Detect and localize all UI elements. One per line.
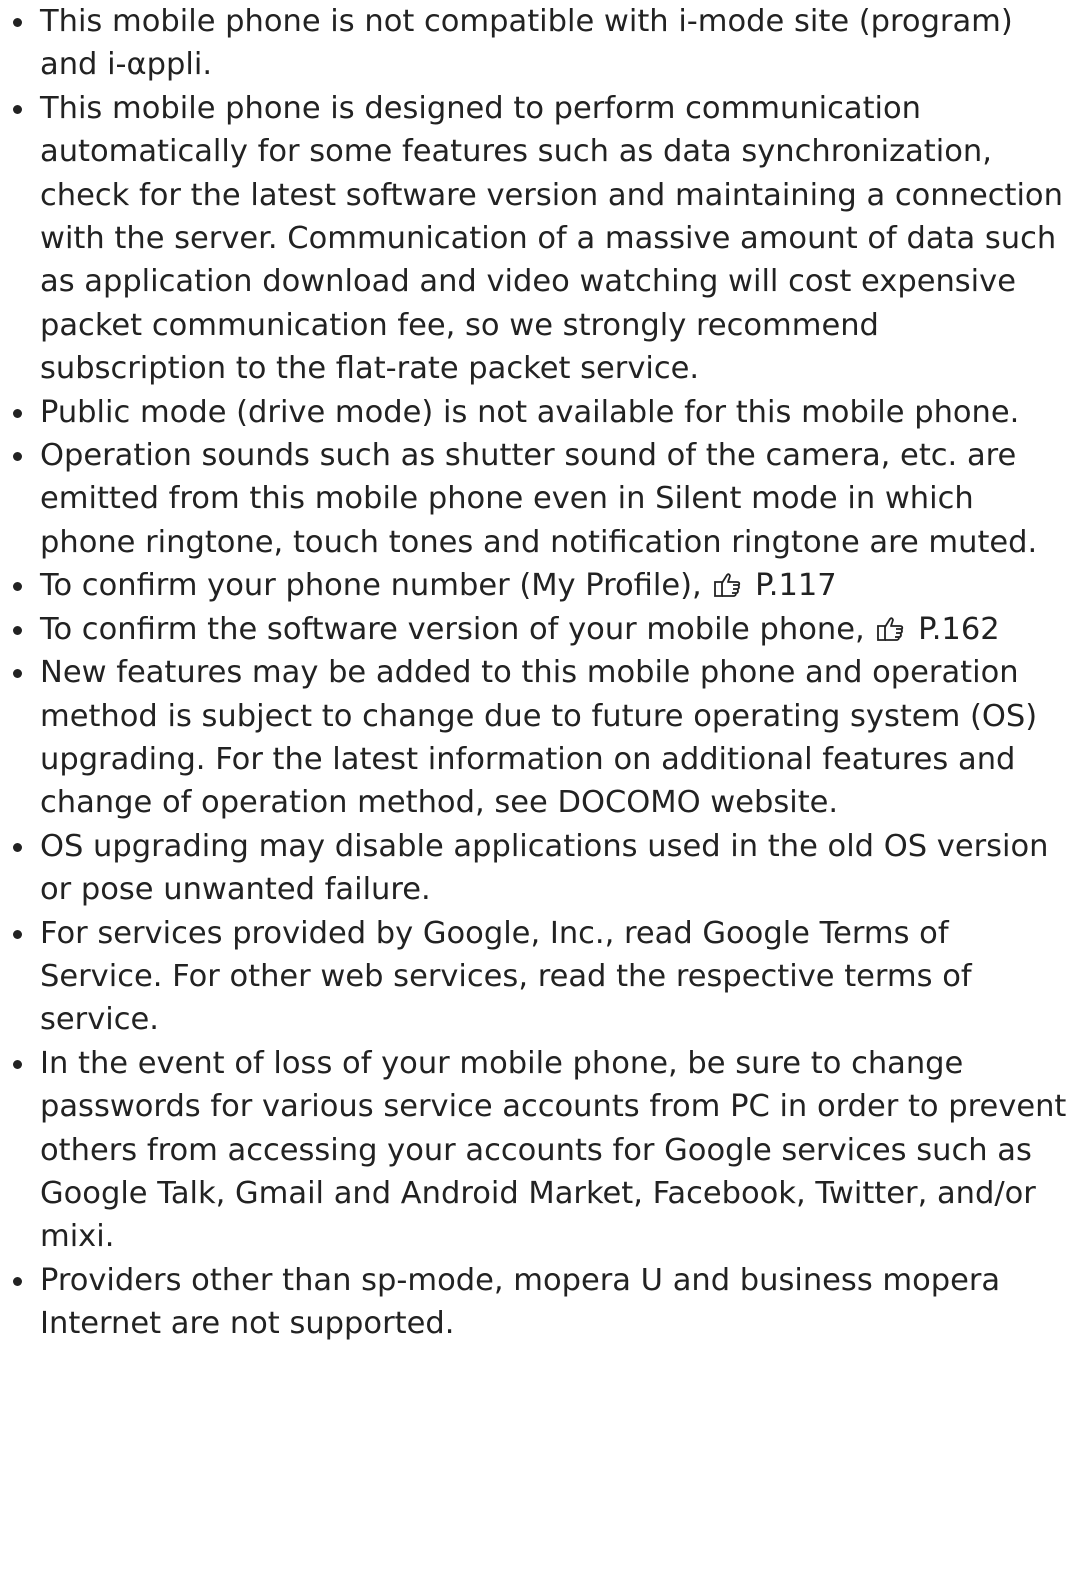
bullet-icon bbox=[13, 842, 22, 852]
bullet-icon bbox=[13, 18, 22, 27]
note-text: For services provided by Google, Inc., r… bbox=[40, 915, 972, 1038]
bullet-icon bbox=[13, 1059, 22, 1069]
note-text: Operation sounds such as shutter sound o… bbox=[40, 438, 1038, 560]
bullet-icon bbox=[13, 408, 22, 418]
bullet-icon bbox=[13, 582, 22, 592]
list-item: In the event of loss of your mobile phon… bbox=[0, 1042, 1071, 1259]
list-item: For services provided by Google, Inc., r… bbox=[0, 912, 1071, 1042]
note-text: Public mode (drive mode) is not availabl… bbox=[40, 394, 1020, 430]
note-text: Providers other than sp-mode, mopera U a… bbox=[40, 1262, 1001, 1342]
note-text: This mobile phone is not compatible with… bbox=[40, 4, 1013, 83]
note-text: OS upgrading may disable applications us… bbox=[40, 828, 1049, 908]
bullet-icon bbox=[13, 452, 22, 462]
list-item: Operation sounds such as shutter sound o… bbox=[0, 434, 1071, 564]
note-text: New features may be added to this mobile… bbox=[40, 655, 1038, 821]
note-text: In the event of loss of your mobile phon… bbox=[40, 1045, 1067, 1255]
notes-list: This mobile phone is not compatible with… bbox=[0, 0, 1071, 1346]
page-reference[interactable]: P.117 bbox=[755, 568, 837, 603]
pointing-hand-icon bbox=[713, 567, 741, 598]
list-item: To confirm the software version of your … bbox=[0, 608, 1071, 651]
bullet-icon bbox=[13, 625, 22, 635]
list-item: New features may be added to this mobile… bbox=[0, 651, 1071, 825]
list-item: Providers other than sp-mode, mopera U a… bbox=[0, 1259, 1071, 1346]
bullet-icon bbox=[13, 104, 22, 114]
note-text: To confirm your phone number (My Profile… bbox=[40, 568, 702, 604]
list-item: This mobile phone is designed to perform… bbox=[0, 87, 1071, 391]
page-reference[interactable]: P.162 bbox=[918, 612, 1000, 647]
pointing-hand-icon bbox=[876, 611, 904, 641]
list-item: This mobile phone is not compatible with… bbox=[0, 0, 1071, 87]
list-item: To confirm your phone number (My Profile… bbox=[0, 564, 1071, 607]
list-item: Public mode (drive mode) is not availabl… bbox=[0, 391, 1071, 434]
bullet-icon bbox=[13, 1276, 22, 1286]
note-text: This mobile phone is designed to perform… bbox=[40, 90, 1063, 387]
list-item: OS upgrading may disable applications us… bbox=[0, 825, 1071, 912]
bullet-icon bbox=[13, 669, 22, 679]
bullet-icon bbox=[13, 929, 22, 939]
note-text: To confirm the software version of your … bbox=[40, 611, 865, 647]
document-page: This mobile phone is not compatible with… bbox=[0, 0, 1071, 1578]
